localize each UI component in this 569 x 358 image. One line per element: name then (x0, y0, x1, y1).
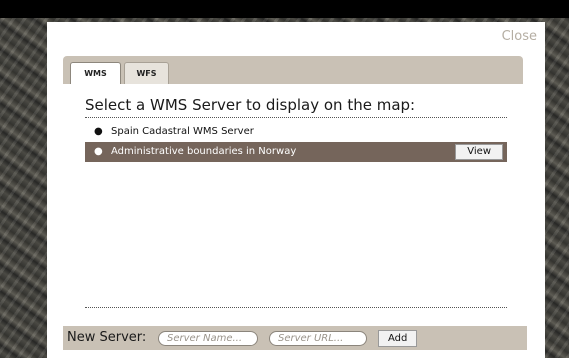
new-server-label: New Server: (67, 330, 147, 345)
new-server-bar: New Server: Add (63, 326, 527, 350)
tab-bar: WMS WFS (63, 56, 523, 84)
server-name: Spain Cadastral WMS Server (111, 126, 254, 137)
server-name: Administrative boundaries in Norway (111, 146, 297, 157)
server-name-input[interactable] (158, 331, 258, 346)
tab-wfs[interactable]: WFS (124, 62, 169, 84)
bullet-icon: ● (94, 126, 103, 137)
server-url-input[interactable] (269, 331, 367, 346)
view-button[interactable]: View (455, 144, 503, 160)
panel-heading: Select a WMS Server to display on the ma… (85, 96, 507, 118)
divider (85, 307, 507, 308)
server-item-spain-cadastral[interactable]: ● Spain Cadastral WMS Server (85, 122, 507, 142)
add-server-button[interactable]: Add (378, 330, 418, 347)
close-link[interactable]: Close (502, 29, 537, 44)
tab-wms[interactable]: WMS (70, 62, 121, 84)
wms-server-dialog: Close WMS WFS Select a WMS Server to dis… (47, 22, 545, 358)
bullet-icon: ● (94, 146, 103, 157)
server-item-norway-boundaries[interactable]: ● Administrative boundaries in Norway Vi… (85, 142, 507, 162)
server-list: ● Spain Cadastral WMS Server ● Administr… (85, 122, 507, 162)
